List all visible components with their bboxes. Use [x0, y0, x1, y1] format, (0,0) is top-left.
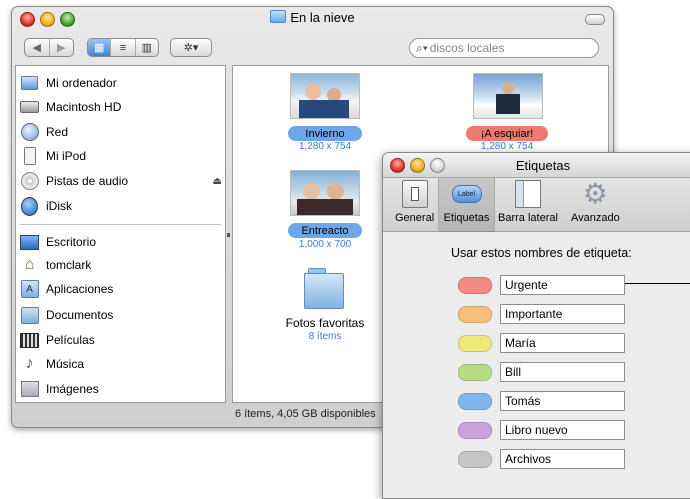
- label-row-urgente: Urgente: [458, 274, 625, 296]
- sidebar-item-pictures[interactable]: Imágenes: [20, 378, 99, 400]
- label-color-swatch: [458, 276, 492, 294]
- sidebar: Mi ordenador Macintosh HD Red Mi iPod Pi…: [15, 65, 226, 403]
- label-row-tomas: Tomás: [458, 390, 625, 412]
- icon-view-icon[interactable]: ▦: [88, 39, 111, 56]
- back-icon[interactable]: ◀: [25, 39, 50, 56]
- label-name-field[interactable]: Urgente: [500, 275, 625, 295]
- search-placeholder: discos locales: [429, 41, 505, 55]
- sidebar-item-home[interactable]: ⌂ tomclark: [20, 254, 92, 276]
- thumbnail-entreacto[interactable]: [290, 170, 360, 216]
- status-text: 6 ítems, 4,05 GB disponibles: [235, 408, 376, 420]
- sidebar-item-applications[interactable]: A Aplicaciones: [20, 278, 113, 300]
- sidebar-item-audio-cd[interactable]: Pistas de audio ⏏: [20, 170, 222, 192]
- search-icon: ⌕▾: [416, 40, 428, 55]
- labels-heading: Usar estos nombres de etiqueta:: [451, 246, 632, 260]
- window-title: En la nieve: [12, 10, 613, 25]
- sidebar-item-music[interactable]: ♪ Música: [20, 353, 85, 375]
- action-menu-button[interactable]: ✲▾: [170, 38, 212, 57]
- sidebar-item-computer[interactable]: Mi ordenador: [20, 72, 117, 94]
- label-row-maria: María: [458, 332, 625, 354]
- idisk-icon: [20, 196, 39, 216]
- label-color-swatch: [458, 334, 492, 352]
- label-row-libro-nuevo: Libro nuevo: [458, 419, 625, 441]
- label-name-field[interactable]: Bill: [500, 362, 625, 382]
- sidebar-item-movies[interactable]: Películas: [20, 329, 95, 351]
- sidebar-icon: [513, 179, 543, 209]
- file-info-entreacto: 1,000 x 700: [298, 239, 352, 250]
- window-title: Etiquetas: [515, 158, 571, 173]
- thumbnail-a-esquiar[interactable]: [473, 73, 543, 119]
- label-name-field[interactable]: Archivos: [500, 449, 625, 469]
- folder-icon[interactable]: [304, 268, 344, 309]
- list-view-icon[interactable]: ≡: [110, 39, 136, 56]
- label-color-swatch: [458, 421, 492, 439]
- tab-avanzado[interactable]: ⚙ Avanzado: [571, 179, 620, 229]
- file-info-a-esquiar: 1,280 x 754: [480, 141, 534, 152]
- label-color-swatch: [458, 450, 492, 468]
- preferences-window: Etiquetas General Label Etiquetas Barra …: [382, 152, 690, 499]
- forward-icon[interactable]: ▶: [50, 39, 74, 56]
- desktop-icon: [20, 233, 39, 252]
- label-tag-icon: Label: [451, 179, 482, 209]
- file-label-entreacto[interactable]: Entreacto: [288, 223, 362, 238]
- file-label-a-esquiar[interactable]: ¡A esquiar!: [466, 126, 548, 141]
- audio-cd-icon: [20, 172, 39, 191]
- label-color-swatch: [458, 392, 492, 410]
- label-color-swatch: [458, 363, 492, 381]
- file-info-invierno: 1,280 x 754: [298, 141, 352, 152]
- toolbar-toggle-button[interactable]: [585, 14, 605, 25]
- file-info-fotos-favoritas: 8 ítems: [308, 331, 342, 342]
- sidebar-item-idisk[interactable]: iDisk: [20, 195, 72, 217]
- gear-icon: ✲▾: [183, 42, 199, 54]
- sidebar-item-network[interactable]: Red: [20, 121, 68, 143]
- music-icon: ♪: [25, 355, 34, 372]
- applications-icon: A: [20, 280, 39, 299]
- sidebar-divider: [20, 224, 221, 225]
- label-color-swatch: [458, 305, 492, 323]
- tab-barra-lateral[interactable]: Barra lateral: [498, 179, 558, 229]
- hard-drive-icon: [20, 98, 39, 117]
- sidebar-resize-handle[interactable]: [227, 233, 230, 237]
- pictures-icon: [20, 380, 39, 399]
- sidebar-item-documents[interactable]: Documentos: [20, 304, 113, 326]
- label-name-field[interactable]: Libro nuevo: [500, 420, 625, 440]
- folder-icon: [270, 10, 287, 23]
- label-row-archivos: Archivos: [458, 448, 625, 470]
- eject-icon[interactable]: ⏏: [213, 176, 222, 187]
- search-field[interactable]: ⌕▾ discos locales: [409, 38, 599, 58]
- column-view-icon[interactable]: ▥: [136, 39, 158, 56]
- movies-icon: [20, 331, 39, 350]
- label-name-field[interactable]: María: [500, 333, 625, 353]
- label-row-bill: Bill: [458, 361, 625, 383]
- back-forward-buttons[interactable]: ◀ ▶: [24, 38, 74, 57]
- callout-line: [625, 283, 690, 284]
- sidebar-item-desktop[interactable]: Escritorio: [20, 231, 96, 253]
- thumbnail-invierno[interactable]: [290, 73, 360, 119]
- sidebar-item-macintosh-hd[interactable]: Macintosh HD: [20, 96, 121, 118]
- label-row-importante: Importante: [458, 303, 625, 325]
- documents-folder-icon: [20, 306, 39, 325]
- gear-icon: ⚙: [582, 178, 608, 209]
- label-name-field[interactable]: Tomás: [500, 391, 625, 411]
- general-switch-icon: [400, 179, 430, 209]
- tab-etiquetas[interactable]: Label Etiquetas: [438, 178, 495, 232]
- label-name-field[interactable]: Importante: [500, 304, 625, 324]
- sidebar-item-ipod[interactable]: Mi iPod: [20, 145, 86, 167]
- network-icon: [20, 123, 39, 142]
- file-name-fotos-favoritas[interactable]: Fotos favoritas: [273, 316, 377, 330]
- ipod-icon: [20, 147, 39, 166]
- file-label-invierno[interactable]: Invierno: [288, 126, 362, 141]
- computer-icon: [20, 74, 39, 93]
- view-switcher[interactable]: ▦ ≡ ▥: [87, 38, 159, 57]
- home-icon: ⌂: [24, 256, 35, 273]
- tab-general[interactable]: General: [395, 179, 434, 229]
